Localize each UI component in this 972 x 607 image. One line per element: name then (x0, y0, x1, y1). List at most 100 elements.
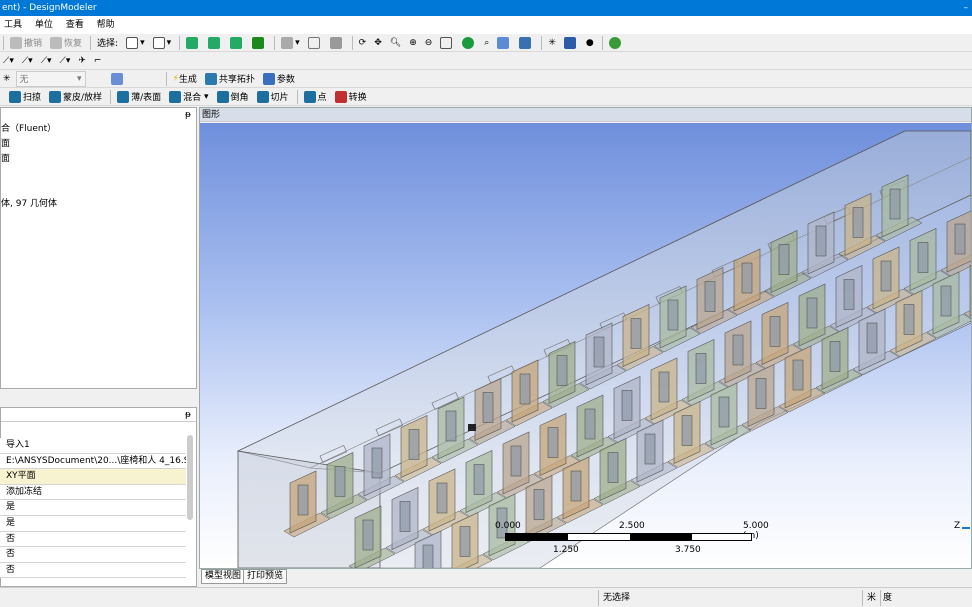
details-row[interactable]: E:\ANSYSDocument\20...\座椅和人 4_16.STEP (0, 453, 186, 470)
tree-item[interactable] (1, 167, 196, 182)
tree-item[interactable]: 体, 97 几何体 (1, 197, 196, 212)
person-body (519, 373, 531, 405)
details-row[interactable]: 是 (0, 515, 186, 532)
skin-loft-button[interactable]: 蒙皮/放样 (46, 89, 105, 105)
sketch-tool-2[interactable]: ⟋ ▾ (19, 53, 36, 69)
sketch-tool-6[interactable]: ⌐ (91, 53, 105, 69)
details-row[interactable]: 是 (0, 500, 186, 516)
undo-button[interactable]: 撤销 (7, 35, 45, 51)
person-body (510, 445, 522, 477)
tree-item[interactable]: 合（Fluent） (1, 122, 196, 137)
point-button[interactable]: 点 (301, 89, 330, 105)
scale-tick-label: 3.750 (675, 545, 701, 555)
convert-button[interactable]: 转换 (332, 89, 370, 105)
details-row[interactable]: 添加冻结 (0, 484, 186, 501)
tab-model-view[interactable]: 模型视图 (201, 569, 246, 584)
person-body (940, 285, 952, 317)
convert-icon (334, 90, 347, 103)
cube-icon (563, 36, 576, 49)
graphics-window: 图形 0.000 2.500 5.000 (m) (199, 107, 972, 569)
pan-button[interactable]: ✥ (371, 35, 385, 51)
details-row[interactable]: XY平面 (0, 469, 186, 485)
separator (90, 35, 92, 50)
rotate-button[interactable]: ⟳ (356, 35, 370, 51)
next-view-button[interactable] (516, 35, 536, 51)
select-pointer-button[interactable]: ▾ (123, 35, 148, 51)
tree-item[interactable]: 面 (1, 137, 196, 152)
zoom-fit-button[interactable] (459, 35, 479, 51)
plane-select[interactable]: 无 ▾ (15, 70, 86, 87)
details-row[interactable]: 否 (0, 562, 186, 579)
thin-surface-button[interactable]: 薄/表面 (114, 89, 164, 105)
zoom-in-button[interactable]: ⊕ (406, 35, 420, 51)
box-zoom-button[interactable] (437, 35, 457, 51)
select-body-button[interactable] (249, 35, 269, 51)
details-row[interactable]: 否 (0, 531, 186, 548)
select-edge-button[interactable] (205, 35, 225, 51)
angle-status: 度 (880, 590, 972, 606)
new-plane-button[interactable] (108, 71, 128, 87)
iso-view-button[interactable]: ✳ (545, 35, 559, 51)
display-point-button[interactable]: ● (583, 35, 597, 51)
sketch-tool-5[interactable]: ✈ (75, 53, 89, 69)
magnifier-icon: ⌕ (484, 37, 490, 48)
zoom-button[interactable]: 🔍︎ (387, 35, 404, 51)
previous-view-button[interactable] (494, 35, 514, 51)
tab-print-preview[interactable]: 打印预览 (243, 569, 288, 584)
axis-icon: ✳ (3, 73, 11, 84)
z-axis-arrow (962, 527, 970, 529)
sketch-tool-1[interactable]: ⟋ ▾ (0, 53, 17, 69)
select-vertex-button[interactable] (183, 35, 203, 51)
show-hide-button[interactable] (606, 35, 626, 51)
share-topology-button[interactable]: 共享拓扑 (202, 71, 258, 87)
redo-button[interactable]: 恢复 (47, 35, 85, 51)
graphics-viewport[interactable]: 0.000 2.500 5.000 (m) 1.250 3.750 Z (200, 123, 971, 568)
separator (601, 35, 603, 50)
person-body (334, 466, 346, 497)
magnifier-button[interactable]: ⌕ (481, 35, 492, 51)
person-body (792, 359, 804, 391)
tree-item[interactable] (1, 182, 196, 197)
face-select-icon (230, 36, 243, 49)
generate-button[interactable]: ⚡ 生成 (170, 71, 200, 87)
axis-button[interactable]: ✳ (0, 71, 14, 87)
person-body (533, 489, 545, 520)
details-row[interactable]: 否 (0, 547, 186, 563)
details-row[interactable]: 导入1 (0, 438, 186, 454)
separator (165, 71, 167, 86)
scale-tick-label: 0.000 (495, 521, 521, 531)
display-model-button[interactable] (561, 35, 581, 51)
sketch-tool-4[interactable]: ⟋ ▾ (57, 53, 74, 69)
tree-item[interactable]: 面 (1, 152, 196, 167)
details-scrollbar[interactable] (187, 435, 193, 520)
menu-units[interactable]: 单位 (35, 20, 53, 30)
parameters-icon (262, 72, 275, 85)
select-mode-button[interactable]: ▾ (150, 35, 175, 51)
sweep-button[interactable]: 扫掠 (6, 89, 44, 105)
person-body (917, 242, 929, 273)
select-face-button[interactable] (227, 35, 247, 51)
pin-icon[interactable]: ᵽ (185, 108, 191, 122)
previous-view-icon (497, 36, 510, 49)
menu-view[interactable]: 查看 (66, 20, 84, 30)
menu-tools[interactable]: 工具 (4, 20, 22, 30)
slice-button[interactable]: 切片 (254, 89, 292, 105)
person-body (644, 433, 656, 465)
zoom-out-button[interactable]: ⊖ (422, 35, 436, 51)
chamfer-button[interactable]: 倒角 (214, 89, 252, 105)
menu-help[interactable]: 帮助 (97, 20, 115, 30)
extend-select-button[interactable]: ▾ (278, 35, 303, 51)
sketch-tool-3[interactable]: ⟋ ▾ (38, 53, 55, 69)
person-body (399, 501, 411, 532)
cursor-icon (126, 36, 139, 49)
box-select-button[interactable] (305, 35, 325, 51)
model-geometry (236, 130, 971, 568)
minimize-button[interactable]: – (964, 0, 969, 16)
blend-button[interactable]: 混合 ▾ (166, 89, 211, 105)
pin-icon[interactable]: ᵽ (185, 408, 191, 422)
parameters-button[interactable]: 参数 (260, 71, 298, 87)
features-toolbar: 扫掠 蒙皮/放样 薄/表面 混合 ▾ 倒角 切片 点 转换 (0, 88, 972, 106)
chamfer-icon (216, 90, 229, 103)
person-body (815, 225, 827, 257)
box-select2-button[interactable] (327, 35, 347, 51)
